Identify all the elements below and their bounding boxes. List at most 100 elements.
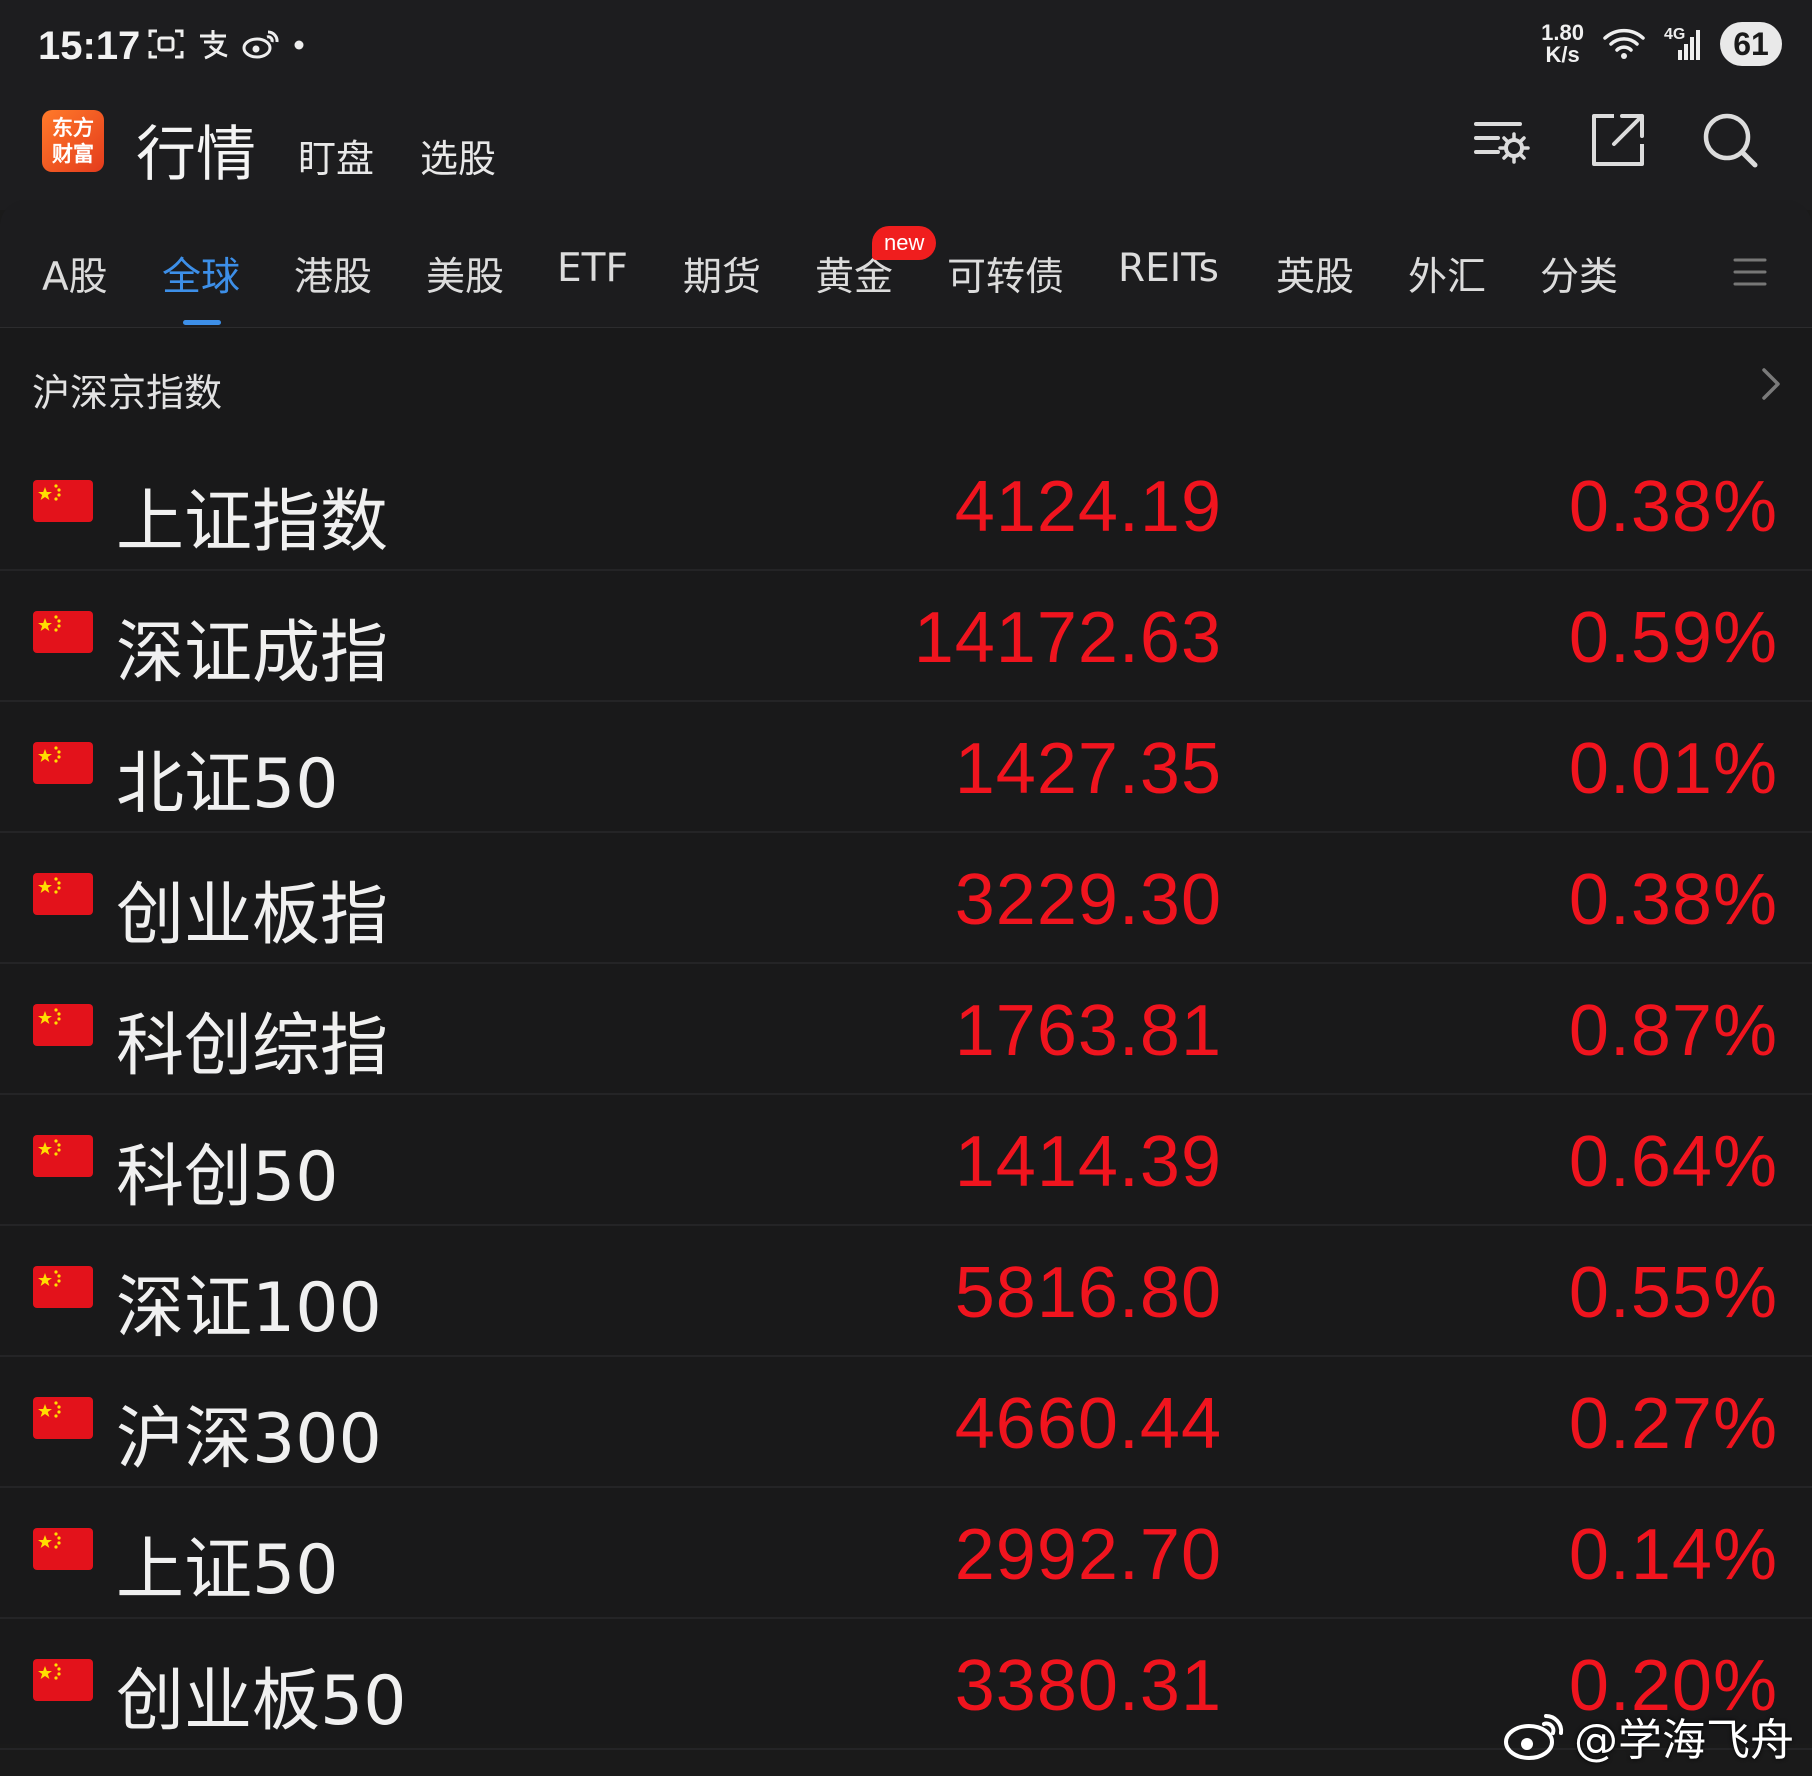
chevron-right-icon	[1762, 368, 1780, 400]
index-price: 1763.81	[954, 991, 1222, 1071]
index-section: 沪深京指数 上证指数 4124.19 0.38% 深证成指 14172.63 0.59% 北…	[0, 328, 1812, 1750]
tab-hk-stocks[interactable]: 港股	[294, 246, 372, 302]
index-change: 0.38%	[1568, 860, 1778, 940]
status-bar: 15:17 1.80 K/s 4G 61	[0, 0, 1812, 96]
list-settings-button[interactable]	[1472, 110, 1532, 170]
index-change: 0.38%	[1568, 467, 1778, 547]
flag	[33, 873, 93, 915]
index-name: 科创综指	[116, 1007, 389, 1086]
index-row[interactable]: 深证成指 14172.63 0.59%	[0, 571, 1812, 702]
china-flag-icon	[38, 1532, 61, 1549]
tab-futures[interactable]: 期货	[683, 246, 761, 302]
watermark-text: @学海飞舟	[1574, 1715, 1794, 1766]
index-price: 4660.44	[954, 1384, 1222, 1464]
header-tab-screener[interactable]: 选股	[420, 128, 496, 183]
share-icon	[1592, 114, 1644, 166]
signal-icon	[1678, 30, 1700, 60]
alipay-icon	[200, 30, 228, 60]
flag	[33, 1397, 93, 1439]
china-flag-icon	[38, 1139, 61, 1156]
index-change: 0.55%	[1568, 1253, 1778, 1333]
flag	[33, 1004, 93, 1046]
index-row[interactable]: 创业板指 3229.30 0.38%	[0, 833, 1812, 964]
active-tab-indicator	[183, 320, 221, 325]
tab-reits[interactable]: REITs	[1118, 246, 1219, 291]
index-price: 1414.39	[954, 1122, 1222, 1202]
index-name: 沪深300	[116, 1400, 382, 1479]
flag	[33, 611, 93, 653]
index-change: 0.87%	[1568, 991, 1778, 1071]
china-flag-icon	[38, 746, 61, 763]
index-name: 上证指数	[116, 483, 389, 562]
top-area: 15:17 1.80 K/s 4G 61 东方 财富 行情 盯盘 选股	[0, 0, 1812, 210]
china-flag-icon	[38, 1401, 61, 1418]
index-name: 上证50	[116, 1531, 339, 1610]
app-header: 东方 财富 行情 盯盘 选股	[0, 96, 1812, 200]
header-tab-watch[interactable]: 盯盘	[298, 128, 374, 183]
index-change: 0.64%	[1568, 1122, 1778, 1202]
flag	[33, 1659, 93, 1701]
index-name: 科创50	[116, 1138, 339, 1217]
scan-icon	[148, 29, 184, 59]
search-icon	[1703, 113, 1758, 168]
index-row[interactable]: 科创综指 1763.81 0.87%	[0, 964, 1812, 1095]
wifi-icon	[1603, 28, 1645, 59]
flag	[33, 1135, 93, 1177]
flag	[33, 1266, 93, 1308]
share-button[interactable]	[1588, 110, 1648, 170]
new-badge: new	[872, 226, 937, 260]
index-row[interactable]: 深证100 5816.80 0.55%	[0, 1226, 1812, 1357]
flag	[33, 1528, 93, 1570]
list-settings-icon	[1474, 122, 1530, 164]
section-header[interactable]: 沪深京指数	[0, 328, 1812, 440]
index-change: 0.01%	[1568, 729, 1778, 809]
tab-a-shares[interactable]: A股	[42, 246, 108, 302]
index-row[interactable]: 科创50 1414.39 0.64%	[0, 1095, 1812, 1226]
cell-signal: 4G	[1664, 26, 1702, 62]
index-price: 4124.19	[954, 467, 1222, 547]
network-speed: 1.80 K/s	[1541, 20, 1584, 67]
china-flag-icon	[38, 877, 61, 894]
market-tab-bar: A股 全球 港股 美股 ETF 期货 黄金 new 可转债 REITs 英股 外…	[0, 200, 1812, 328]
china-flag-icon	[38, 484, 61, 501]
tab-menu-button[interactable]	[1732, 254, 1768, 290]
flag	[33, 480, 93, 522]
index-row[interactable]: 上证50 2992.70 0.14%	[0, 1488, 1812, 1619]
index-name: 深证100	[116, 1269, 382, 1348]
tab-convertible-bonds[interactable]: 可转债	[947, 246, 1064, 302]
china-flag-icon	[38, 615, 61, 632]
status-time: 15:17	[38, 24, 141, 68]
section-title: 沪深京指数	[32, 371, 223, 415]
index-change: 0.59%	[1568, 598, 1778, 678]
index-name: 北证50	[116, 745, 339, 824]
flag	[33, 742, 93, 784]
tab-forex[interactable]: 外汇	[1408, 246, 1486, 302]
watermark: @学海飞舟	[1502, 1704, 1794, 1768]
tab-etf[interactable]: ETF	[557, 246, 628, 291]
status-right: 1.80 K/s 4G 61	[1541, 22, 1782, 66]
page-title[interactable]: 行情	[136, 106, 256, 193]
dot-icon	[294, 40, 304, 50]
index-row[interactable]: 北证50 1427.35 0.01%	[0, 702, 1812, 833]
index-name: 深证成指	[116, 614, 389, 693]
china-flag-icon	[38, 1270, 61, 1287]
index-row[interactable]: 沪深300 4660.44 0.27%	[0, 1357, 1812, 1488]
notification-icons	[148, 28, 306, 60]
search-button[interactable]	[1700, 110, 1760, 170]
app-logo[interactable]: 东方 财富	[42, 110, 104, 172]
menu-icon	[1733, 258, 1767, 286]
china-flag-icon	[38, 1663, 61, 1680]
index-price: 3229.30	[954, 860, 1222, 940]
weibo-icon	[242, 30, 279, 59]
china-flag-icon	[38, 1008, 61, 1025]
index-price: 2992.70	[954, 1515, 1222, 1595]
tab-categories[interactable]: 分类	[1540, 246, 1618, 302]
index-price: 3380.31	[954, 1646, 1222, 1726]
index-change: 0.14%	[1568, 1515, 1778, 1595]
index-row[interactable]: 上证指数 4124.19 0.38%	[0, 440, 1812, 571]
tab-uk-stocks[interactable]: 英股	[1276, 246, 1354, 302]
tab-global[interactable]: 全球	[162, 246, 240, 302]
index-price: 1427.35	[954, 729, 1222, 809]
tab-us-stocks[interactable]: 美股	[426, 246, 504, 302]
battery-level: 61	[1720, 22, 1782, 66]
